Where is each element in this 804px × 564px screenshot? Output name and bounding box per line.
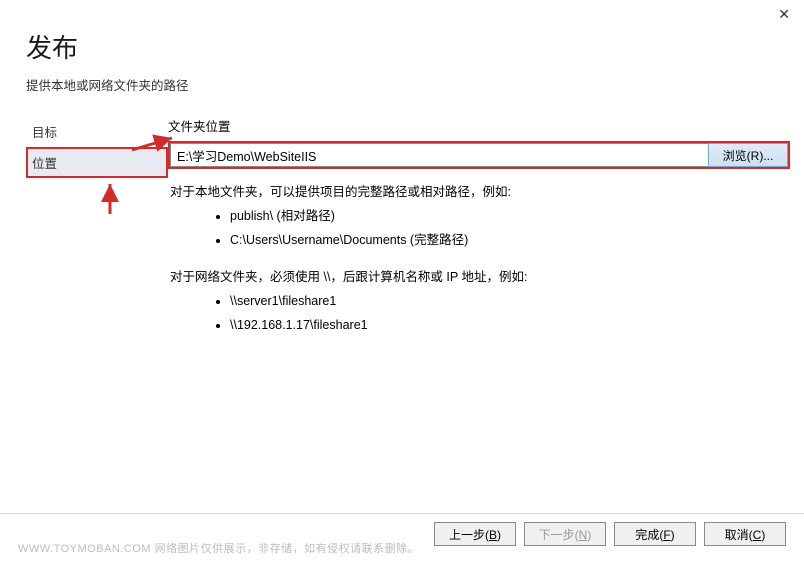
help-network-section: 对于网络文件夹，必须使用 \\，后跟计算机名称或 IP 地址，例如: \\ser… bbox=[170, 266, 790, 337]
list-item: \\server1\fileshare1 bbox=[230, 290, 790, 314]
cancel-button[interactable]: 取消(C) bbox=[704, 522, 786, 546]
folder-location-label: 文件夹位置 bbox=[168, 116, 790, 135]
dialog-title: 发布 bbox=[26, 28, 778, 65]
content-area: 文件夹位置 浏览(R)... 对于本地文件夹，可以提供项目的完整路径或相对路径，… bbox=[168, 116, 804, 352]
sidebar-item-label: 目标 bbox=[32, 126, 57, 140]
help-local-intro: 对于本地文件夹，可以提供项目的完整路径或相对路径，例如: bbox=[170, 181, 790, 205]
folder-path-input[interactable] bbox=[170, 143, 708, 167]
browse-button[interactable]: 浏览(R)... bbox=[708, 143, 788, 167]
watermark-text: WWW.TOYMOBAN.COM 网络图片仅供展示，非存储，如有侵权请联系删除。 bbox=[18, 540, 419, 556]
list-item: publish\ (相对路径) bbox=[230, 205, 790, 229]
help-network-intro: 对于网络文件夹，必须使用 \\，后跟计算机名称或 IP 地址，例如: bbox=[170, 266, 790, 290]
close-button[interactable]: ✕ bbox=[778, 6, 790, 23]
footer-divider bbox=[0, 513, 804, 514]
dialog-footer: 上一步(B) 下一步(N) 完成(F) 取消(C) bbox=[434, 522, 786, 546]
sidebar-item-target[interactable]: 目标 bbox=[26, 116, 168, 147]
dialog-body: 目标 位置 文件夹位置 浏览(R)... 对于本地文件夹，可以提供项目的完整路径… bbox=[0, 98, 804, 352]
help-network-list: \\server1\fileshare1 \\192.168.1.17\file… bbox=[170, 290, 790, 338]
list-item: \\192.168.1.17\fileshare1 bbox=[230, 314, 790, 338]
help-local-list: publish\ (相对路径) C:\Users\Username\Docume… bbox=[170, 205, 790, 253]
back-button[interactable]: 上一步(B) bbox=[434, 522, 516, 546]
publish-dialog: ✕ 发布 提供本地或网络文件夹的路径 目标 位置 文件夹位置 浏览(R)... … bbox=[0, 0, 804, 564]
sidebar: 目标 位置 bbox=[0, 116, 168, 352]
finish-button[interactable]: 完成(F) bbox=[614, 522, 696, 546]
dialog-header: 发布 提供本地或网络文件夹的路径 bbox=[0, 0, 804, 98]
dialog-subtitle: 提供本地或网络文件夹的路径 bbox=[26, 75, 778, 94]
sidebar-item-location[interactable]: 位置 bbox=[26, 147, 168, 178]
list-item: C:\Users\Username\Documents (完整路径) bbox=[230, 229, 790, 253]
folder-input-row: 浏览(R)... bbox=[168, 141, 790, 169]
next-button: 下一步(N) bbox=[524, 522, 606, 546]
sidebar-item-label: 位置 bbox=[32, 157, 57, 171]
help-text: 对于本地文件夹，可以提供项目的完整路径或相对路径，例如: publish\ (相… bbox=[168, 181, 790, 338]
help-local-section: 对于本地文件夹，可以提供项目的完整路径或相对路径，例如: publish\ (相… bbox=[170, 181, 790, 252]
